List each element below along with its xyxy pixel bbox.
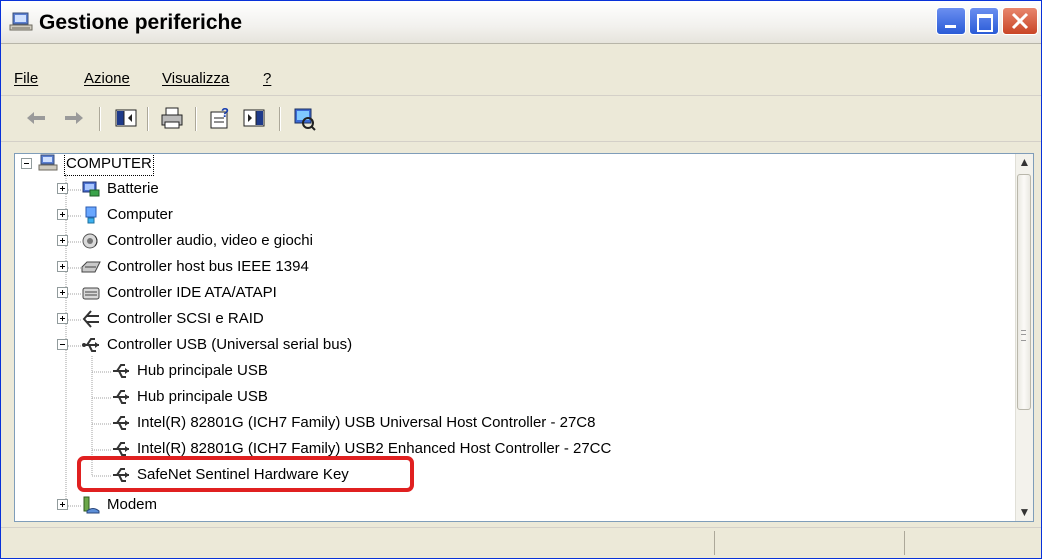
tree-node-label: Intel(R) 82801G (ICH7 Family) USB Univer…: [137, 414, 596, 431]
toolbar-separator: [279, 107, 281, 131]
menu-help[interactable]: ?: [263, 70, 271, 87]
tree-node-label: Intel(R) 82801G (ICH7 Family) USB2 Enhan…: [137, 440, 612, 457]
scrollbar-grip-icon: [1021, 330, 1026, 341]
computer-icon: [85, 206, 97, 224]
expand-toggle[interactable]: [57, 499, 68, 510]
minimize-button[interactable]: [936, 7, 966, 35]
details-pane-icon[interactable]: [241, 105, 267, 131]
usb-icon: [113, 364, 129, 378]
device-manager-window: Gestione periferiche File Azione Visuali…: [0, 0, 1042, 559]
forward-arrow-icon[interactable]: [61, 105, 87, 131]
toolbar-separator: [147, 107, 149, 131]
close-icon: [1011, 12, 1029, 30]
window-title: Gestione periferiche: [39, 11, 243, 34]
tree-node-label: Controller IDE ATA/ATAPI: [107, 284, 277, 301]
usb-icon: [82, 338, 99, 352]
tree-node-label: Controller audio, video e giochi: [107, 232, 313, 249]
computer-icon: [9, 12, 33, 31]
tree-node-label: Controller host bus IEEE 1394: [107, 258, 309, 275]
ieee1394-icon: [81, 261, 101, 273]
menu-bar: File Azione Visualizza ?: [1, 65, 1041, 96]
expand-toggle[interactable]: [57, 209, 68, 220]
vertical-scrollbar[interactable]: ▲ ▼: [1015, 154, 1033, 521]
tree-node-label: Controller USB (Universal serial bus): [107, 336, 353, 353]
tree-node-label: Modem: [107, 496, 158, 513]
usb-icon: [113, 468, 129, 482]
status-pane: [714, 531, 715, 555]
title-bar[interactable]: Gestione periferiche: [1, 1, 1041, 44]
svg-text:?: ?: [221, 105, 229, 120]
usb-icon: [113, 416, 129, 430]
tree-node-label: Batterie: [107, 180, 159, 197]
usb-icon: [113, 442, 129, 456]
collapse-root-toggle[interactable]: [21, 158, 32, 169]
toolbar-separator: [99, 107, 101, 131]
ide-controller-icon: [82, 287, 100, 300]
back-arrow-icon[interactable]: [23, 105, 49, 131]
speaker-icon: [82, 233, 98, 249]
modem-icon: [83, 496, 100, 514]
status-pane: [904, 531, 905, 555]
scroll-up-button[interactable]: ▲: [1016, 154, 1033, 171]
device-tree[interactable]: COMPUTER Batterie Computer Controller au…: [14, 153, 1034, 522]
toolbar-separator: [195, 107, 197, 131]
expand-toggle[interactable]: [57, 287, 68, 298]
scsi-controller-icon: [82, 310, 99, 328]
menu-file[interactable]: File: [14, 70, 38, 87]
scroll-down-button[interactable]: ▼: [1016, 504, 1033, 521]
status-bar: [1, 527, 1041, 558]
tree-node-label: Hub principale USB: [137, 362, 268, 379]
close-button[interactable]: [1002, 7, 1038, 35]
collapse-toggle[interactable]: [57, 339, 68, 350]
scrollbar-thumb[interactable]: [1017, 174, 1031, 410]
battery-icon: [82, 181, 100, 197]
print-icon[interactable]: [159, 105, 185, 131]
tree-node-label: Controller SCSI e RAID: [107, 310, 264, 327]
maximize-button[interactable]: [969, 7, 999, 35]
toolbar: ?: [1, 97, 1041, 142]
tree-node-label: COMPUTER: [64, 154, 154, 176]
computer-icon: [38, 154, 58, 171]
properties-help-icon[interactable]: ?: [207, 105, 233, 131]
menu-visualizza[interactable]: Visualizza: [162, 70, 229, 87]
tree-node-label: SafeNet Sentinel Hardware Key: [137, 466, 349, 483]
expand-toggle[interactable]: [57, 261, 68, 272]
menu-azione[interactable]: Azione: [84, 70, 130, 87]
tree-node-label: Computer: [107, 206, 173, 223]
expand-toggle[interactable]: [57, 183, 68, 194]
show-hide-console-tree-icon[interactable]: [113, 105, 139, 131]
expand-toggle[interactable]: [57, 235, 68, 246]
expand-toggle[interactable]: [57, 313, 68, 324]
scan-hardware-icon[interactable]: [291, 105, 317, 131]
usb-icon: [113, 390, 129, 404]
tree-node-label: Hub principale USB: [137, 388, 268, 405]
